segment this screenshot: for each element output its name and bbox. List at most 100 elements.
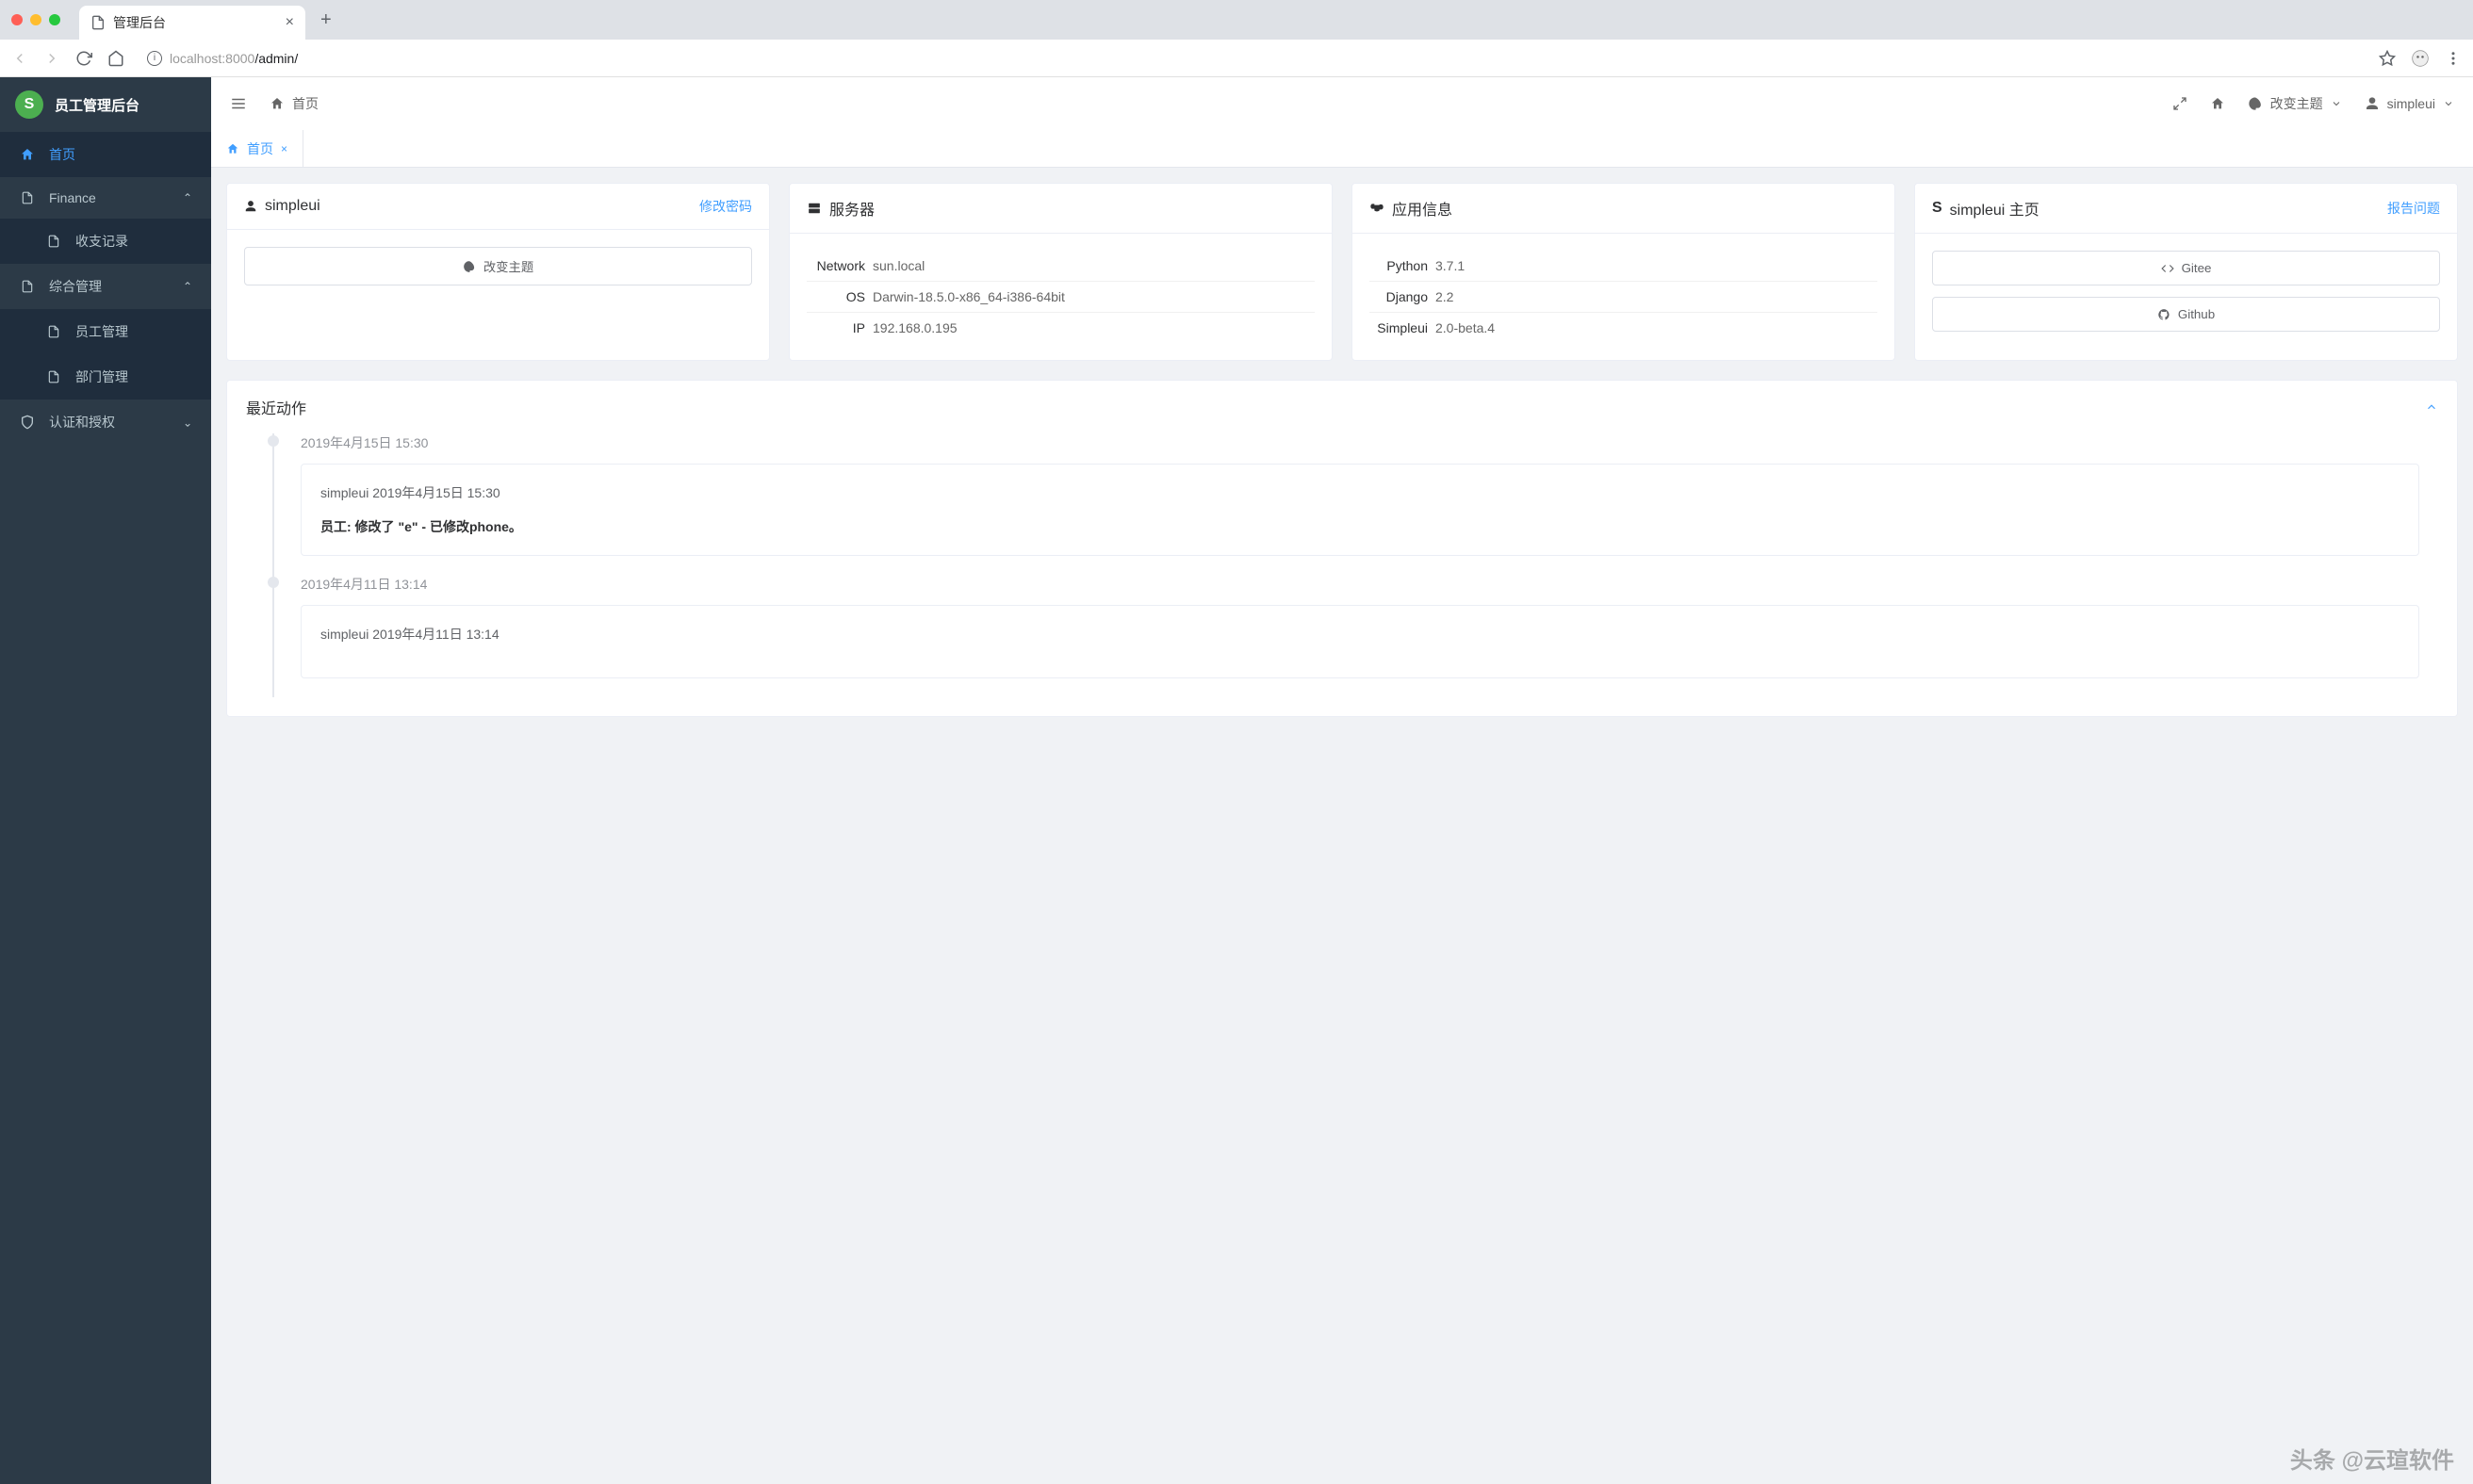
browser-actions [2379, 49, 2462, 68]
recent-header: 最近动作 [227, 381, 2457, 433]
main: 首页 改变主题 simpleui 首页 [211, 77, 2473, 1484]
card-app-info: 应用信息 Python 3.7.1 Django 2.2 S [1351, 183, 1895, 361]
window-maximize-icon[interactable] [49, 14, 60, 25]
file-icon [19, 279, 36, 294]
new-tab-button[interactable]: + [313, 6, 339, 35]
app-info: Python 3.7.1 Django 2.2 Simpleui 2.0-bet… [1352, 234, 1894, 360]
sidebar-item-label: 员工管理 [75, 322, 128, 341]
timeline-meta: simpleui 2019年4月11日 13:14 [320, 625, 2399, 644]
change-theme-button[interactable]: 改变主题 [244, 247, 752, 285]
sidebar-item-transactions[interactable]: 收支记录 [0, 219, 211, 264]
dashboard-cards: simpleui 修改密码 改变主题 [226, 183, 2458, 361]
sidebar-item-label: 首页 [49, 145, 75, 164]
sidebar-item-label: 部门管理 [75, 367, 128, 386]
app-title: 员工管理后台 [55, 95, 139, 115]
sidebar-item-auth[interactable]: 认证和授权 ⌃ [0, 400, 211, 445]
tab-home[interactable]: 首页 × [211, 130, 303, 167]
info-row: Simpleui 2.0-beta.4 [1369, 313, 1877, 343]
browser-tab-bar: 管理后台 × + [0, 0, 2473, 40]
info-row: Network sun.local [807, 251, 1315, 282]
breadcrumb-home[interactable]: 首页 [270, 94, 319, 113]
shield-icon [19, 415, 36, 430]
server-icon [807, 202, 822, 215]
close-icon[interactable]: × [286, 14, 294, 31]
close-icon[interactable]: × [281, 142, 287, 155]
site-info-icon[interactable]: i [147, 51, 162, 66]
sidebar-item-management[interactable]: 综合管理 ⌃ [0, 264, 211, 309]
card-title: simpleui [244, 198, 320, 215]
theme-dropdown[interactable]: 改变主题 [2248, 94, 2342, 113]
collapse-button[interactable] [2425, 400, 2438, 414]
card-homepage: S simpleui 主页 报告问题 Gitee Github [1914, 183, 2458, 361]
app: S 员工管理后台 首页 Finance ⌃ 收支记录 综合管理 [0, 77, 2473, 1484]
url-field[interactable]: i localhost:8000/admin/ [139, 47, 2364, 70]
sidebar-item-label: Finance [49, 190, 96, 205]
chevron-down-icon: ⌃ [183, 416, 192, 429]
card-server: 服务器 Network sun.local OS Darwin-18.5.0-x… [789, 183, 1333, 361]
sidebar-item-employees[interactable]: 员工管理 [0, 309, 211, 354]
timeline-meta: simpleui 2019年4月15日 15:30 [320, 483, 2399, 502]
timeline-card: simpleui 2019年4月15日 15:30 员工: 修改了 "e" - … [301, 464, 2419, 556]
tab-strip: 首页 × [211, 130, 2473, 168]
python-icon [1369, 201, 1384, 216]
report-issue-link[interactable]: 报告问题 [2387, 199, 2440, 218]
info-row: IP 192.168.0.195 [807, 313, 1315, 343]
sidebar: S 员工管理后台 首页 Finance ⌃ 收支记录 综合管理 [0, 77, 211, 1484]
user-dropdown[interactable]: simpleui [2365, 96, 2454, 111]
github-button[interactable]: Github [1932, 297, 2440, 332]
menu-icon[interactable] [2445, 50, 2462, 67]
card-title: S simpleui 主页 [1932, 197, 2039, 220]
star-icon[interactable] [2379, 50, 2396, 67]
timeline-timestamp: 2019年4月15日 15:30 [301, 433, 2419, 452]
file-icon [90, 15, 106, 30]
logo-badge: S [15, 90, 43, 119]
sidebar-item-label: 综合管理 [49, 277, 102, 296]
timeline-card: simpleui 2019年4月11日 13:14 [301, 605, 2419, 678]
info-row: Django 2.2 [1369, 282, 1877, 313]
info-row: OS Darwin-18.5.0-x86_64-i386-64bit [807, 282, 1315, 313]
topbar-home-button[interactable] [2210, 96, 2225, 111]
toggle-sidebar-button[interactable] [230, 95, 247, 112]
gitee-button[interactable]: Gitee [1932, 251, 2440, 285]
card-title: 服务器 [807, 197, 875, 220]
file-icon [45, 234, 62, 249]
code-icon [2161, 262, 2174, 275]
sidebar-item-label: 收支记录 [75, 232, 128, 251]
url-text: localhost:8000/admin/ [170, 51, 298, 66]
palette-icon [463, 260, 476, 273]
sidebar-item-departments[interactable]: 部门管理 [0, 354, 211, 400]
recent-actions-panel: 最近动作 2019年4月15日 15:30 simpleui 2019年4月15… [226, 380, 2458, 717]
timeline-timestamp: 2019年4月11日 13:14 [301, 575, 2419, 594]
back-button[interactable] [11, 50, 28, 67]
info-row: Python 3.7.1 [1369, 251, 1877, 282]
chevron-up-icon: ⌃ [183, 191, 192, 204]
fullscreen-button[interactable] [2172, 96, 2187, 111]
sidebar-item-label: 认证和授权 [49, 413, 115, 432]
file-icon [45, 369, 62, 384]
forward-button[interactable] [43, 50, 60, 67]
topbar: 首页 改变主题 simpleui [211, 77, 2473, 130]
recent-title: 最近动作 [246, 396, 306, 418]
window-minimize-icon[interactable] [30, 14, 41, 25]
file-icon [19, 190, 36, 205]
card-user: simpleui 修改密码 改变主题 [226, 183, 770, 361]
timeline-item: 2019年4月11日 13:14 simpleui 2019年4月11日 13:… [272, 575, 2419, 697]
sidebar-item-finance[interactable]: Finance ⌃ [0, 177, 211, 219]
home-icon [19, 147, 36, 162]
sidebar-header: S 员工管理后台 [0, 77, 211, 132]
browser-chrome: 管理后台 × + i localhost:8000/admin/ [0, 0, 2473, 77]
reload-button[interactable] [75, 50, 92, 67]
timeline-action: 员工: 修改了 "e" - 已修改phone。 [320, 517, 2399, 536]
profile-icon[interactable] [2411, 49, 2430, 68]
timeline-item: 2019年4月15日 15:30 simpleui 2019年4月15日 15:… [272, 433, 2419, 575]
user-icon [244, 200, 257, 213]
file-icon [45, 324, 62, 339]
browser-tab[interactable]: 管理后台 × [79, 6, 305, 40]
change-password-link[interactable]: 修改密码 [699, 197, 752, 216]
address-bar: i localhost:8000/admin/ [0, 40, 2473, 77]
window-close-icon[interactable] [11, 14, 23, 25]
sidebar-item-home[interactable]: 首页 [0, 132, 211, 177]
browser-tab-title: 管理后台 [113, 13, 166, 32]
chevron-up-icon: ⌃ [183, 280, 192, 293]
home-button[interactable] [107, 50, 124, 67]
